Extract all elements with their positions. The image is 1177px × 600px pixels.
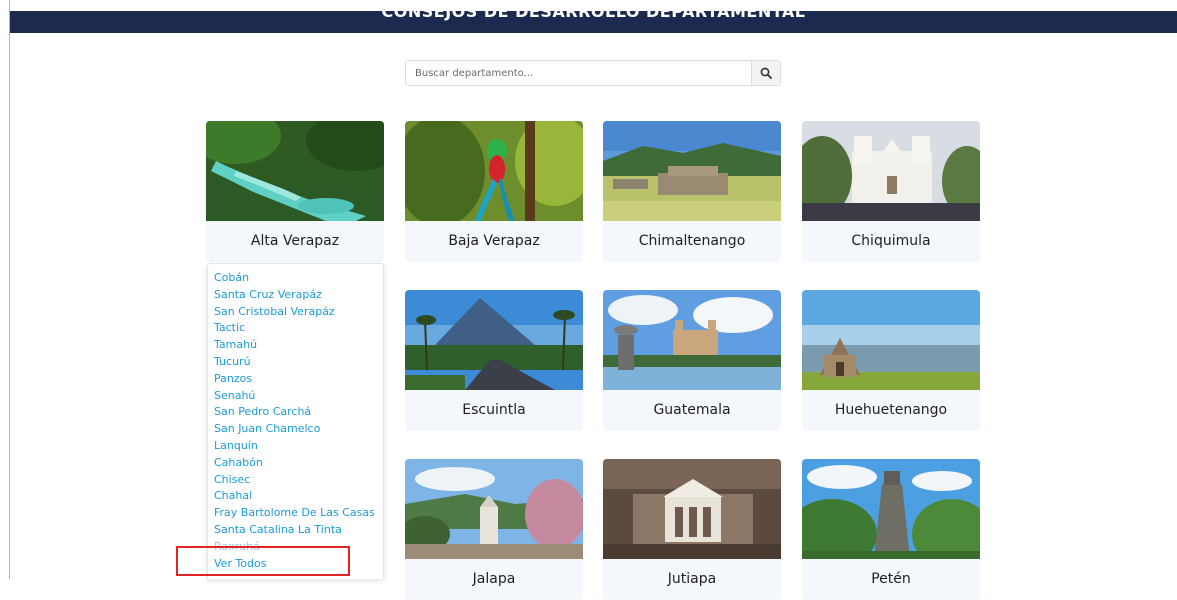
department-photo: [802, 121, 980, 221]
department-card-chimaltenango[interactable]: Chimaltenango: [603, 121, 781, 262]
municipality-link[interactable]: Lanquín: [214, 438, 383, 455]
department-name: Baja Verapaz: [448, 233, 540, 249]
department-photo: [802, 290, 980, 390]
department-name: Chimaltenango: [638, 233, 746, 249]
municipality-link[interactable]: Cobán: [214, 270, 383, 287]
municipality-list: Cobán Santa Cruz Verapáz San Cristobal V…: [208, 264, 383, 572]
municipality-link[interactable]: San Cristobal Verapáz: [214, 304, 383, 321]
department-card-chiquimula[interactable]: Chiquimula: [802, 121, 980, 262]
search-button[interactable]: [751, 61, 780, 85]
search-input[interactable]: [406, 61, 751, 85]
department-name: Alta Verapaz: [250, 233, 340, 249]
department-name: Jalapa: [472, 571, 516, 587]
municipality-link[interactable]: Tactic: [214, 320, 383, 337]
page-left-border: [9, 0, 10, 579]
municipality-dropdown: Cobán Santa Cruz Verapáz San Cristobal V…: [207, 263, 384, 579]
page-title: CONSEJOS DE DESARROLLO DEPARTAMENTAL: [381, 11, 806, 21]
department-name: Chiquimula: [851, 233, 931, 249]
municipality-link[interactable]: Senahú: [214, 388, 383, 405]
department-card-escuintla[interactable]: Escuintla: [405, 290, 583, 431]
search-bar: [405, 60, 781, 86]
municipality-link[interactable]: Santa Cruz Verapáz: [214, 287, 383, 304]
department-name: Jutiapa: [667, 571, 717, 587]
page-header: CONSEJOS DE DESARROLLO DEPARTAMENTAL: [10, 11, 1177, 33]
department-photo: [603, 121, 781, 221]
department-photo: [603, 459, 781, 559]
municipality-link[interactable]: Panzos: [214, 371, 383, 388]
municipality-link[interactable]: San Pedro Carchá: [214, 404, 383, 421]
department-name: Guatemala: [653, 402, 731, 418]
municipality-link[interactable]: Tamahú: [214, 337, 383, 354]
department-card-huehuetenango[interactable]: Huehuetenango: [802, 290, 980, 431]
municipality-link[interactable]: Chahal: [214, 488, 383, 505]
municipality-link[interactable]: Tucurú: [214, 354, 383, 371]
municipality-link[interactable]: Cahabón: [214, 455, 383, 472]
municipality-link[interactable]: San Juan Chamelco: [214, 421, 383, 438]
department-photo: [405, 121, 583, 221]
department-photo: [206, 121, 384, 221]
department-card-baja-verapaz[interactable]: Baja Verapaz: [405, 121, 583, 262]
municipality-link[interactable]: Santa Catalina La Tinta: [214, 522, 383, 539]
search-icon: [760, 67, 772, 79]
department-card-alta-verapaz[interactable]: Alta Verapaz: [206, 121, 384, 262]
department-photo: [405, 290, 583, 390]
department-name: Petén: [871, 571, 911, 587]
department-photo: [603, 290, 781, 390]
municipality-link[interactable]: Fray Bartolome De Las Casas: [214, 505, 383, 522]
municipality-link[interactable]: Chisec: [214, 472, 383, 489]
department-photo: [405, 459, 583, 559]
department-name: Huehuetenango: [834, 402, 948, 418]
view-all-highlight-box: [176, 546, 350, 576]
department-photo: [802, 459, 980, 559]
department-card-guatemala[interactable]: Guatemala: [603, 290, 781, 431]
department-name: Escuintla: [462, 402, 526, 418]
